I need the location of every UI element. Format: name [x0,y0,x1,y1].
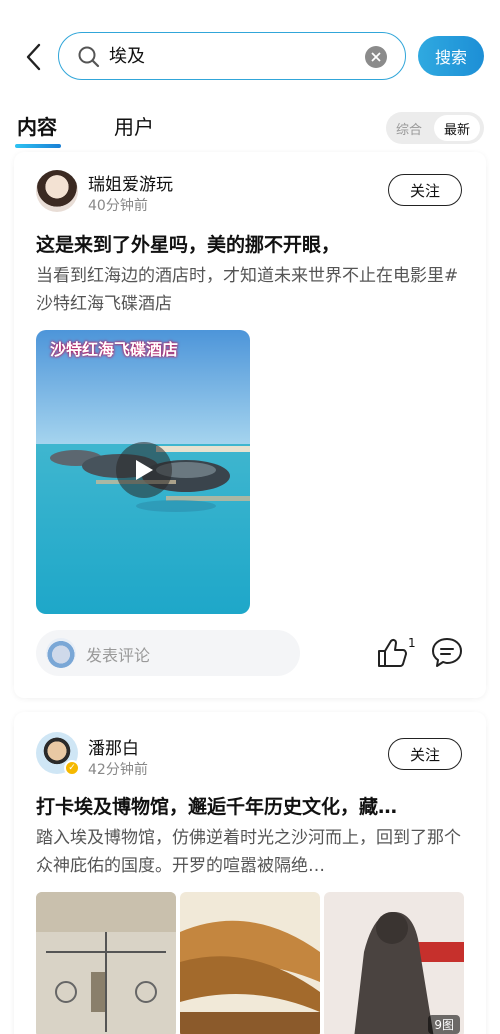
search-input[interactable]: 埃及 [58,32,406,80]
play-button[interactable] [116,442,172,498]
avatar [46,638,76,668]
video-caption: 沙特红海飞碟酒店 [50,340,179,359]
video-thumbnail[interactable]: 沙特红海飞碟酒店 [36,330,250,614]
post-card[interactable]: 瑞姐爱游玩 40分钟前 关注 这是来到了外星吗，美的挪不开眼， 当看到红海边的酒… [14,152,486,698]
post-title[interactable]: 这是来到了外星吗，美的挪不开眼， [36,230,464,257]
search-query-text: 埃及 [109,46,145,67]
like-count: 1 [408,636,416,650]
sort-toggle: 综合 最新 [386,112,484,144]
follow-button[interactable]: 关注 [388,174,462,206]
post-body[interactable]: 当看到红海边的酒店时，才知道未来世界不止在电影里#沙特红海飞碟酒店 [36,262,464,318]
avatar[interactable] [36,170,78,212]
post-card[interactable]: ✓ 潘那白 42分钟前 关注 打卡埃及博物馆，邂逅千年历史文化，藏… 踏入埃及博… [14,712,486,1034]
post-username[interactable]: 瑞姐爱游玩 [88,170,173,195]
post-time: 42分钟前 [88,762,148,778]
post-time: 40分钟前 [88,198,148,214]
follow-button[interactable]: 关注 [388,738,462,770]
play-icon [136,460,153,480]
search-results-page: 埃及 搜索 内容 用户 综合 最新 瑞姐爱游玩 40分钟前 关注 这是来到了外星… [0,0,500,1034]
verified-badge-icon: ✓ [64,760,80,776]
tab-content[interactable]: 内容 [17,112,57,142]
post-image[interactable] [180,892,320,1034]
comment-input[interactable]: 发表评论 [36,630,300,676]
chevron-left-icon [26,43,41,71]
image-count-badge: 9图 [428,1015,460,1034]
sort-option-comprehensive[interactable]: 综合 [396,119,422,138]
post-title[interactable]: 打卡埃及博物馆，邂逅千年历史文化，藏… [36,792,464,819]
image-grid: 9图 [36,892,464,1034]
post-username[interactable]: 潘那白 [88,734,139,759]
search-button[interactable]: 搜索 [418,36,484,76]
comment-icon[interactable] [430,636,464,670]
back-button[interactable] [18,40,48,74]
sort-option-latest[interactable]: 最新 [434,115,480,141]
close-icon [371,52,381,62]
post-image[interactable]: 9图 [324,892,464,1034]
active-tab-indicator [15,144,61,148]
clear-search-button[interactable] [365,46,387,68]
post-body[interactable]: 踏入埃及博物馆，仿佛逆着时光之沙河而上，回到了那个众神庇佑的国度。开罗的喧嚣被隔… [36,824,464,880]
post-image[interactable] [36,892,176,1034]
search-icon [78,46,100,68]
comment-placeholder: 发表评论 [86,646,151,665]
like-icon[interactable] [376,636,410,670]
tab-users[interactable]: 用户 [114,112,154,142]
